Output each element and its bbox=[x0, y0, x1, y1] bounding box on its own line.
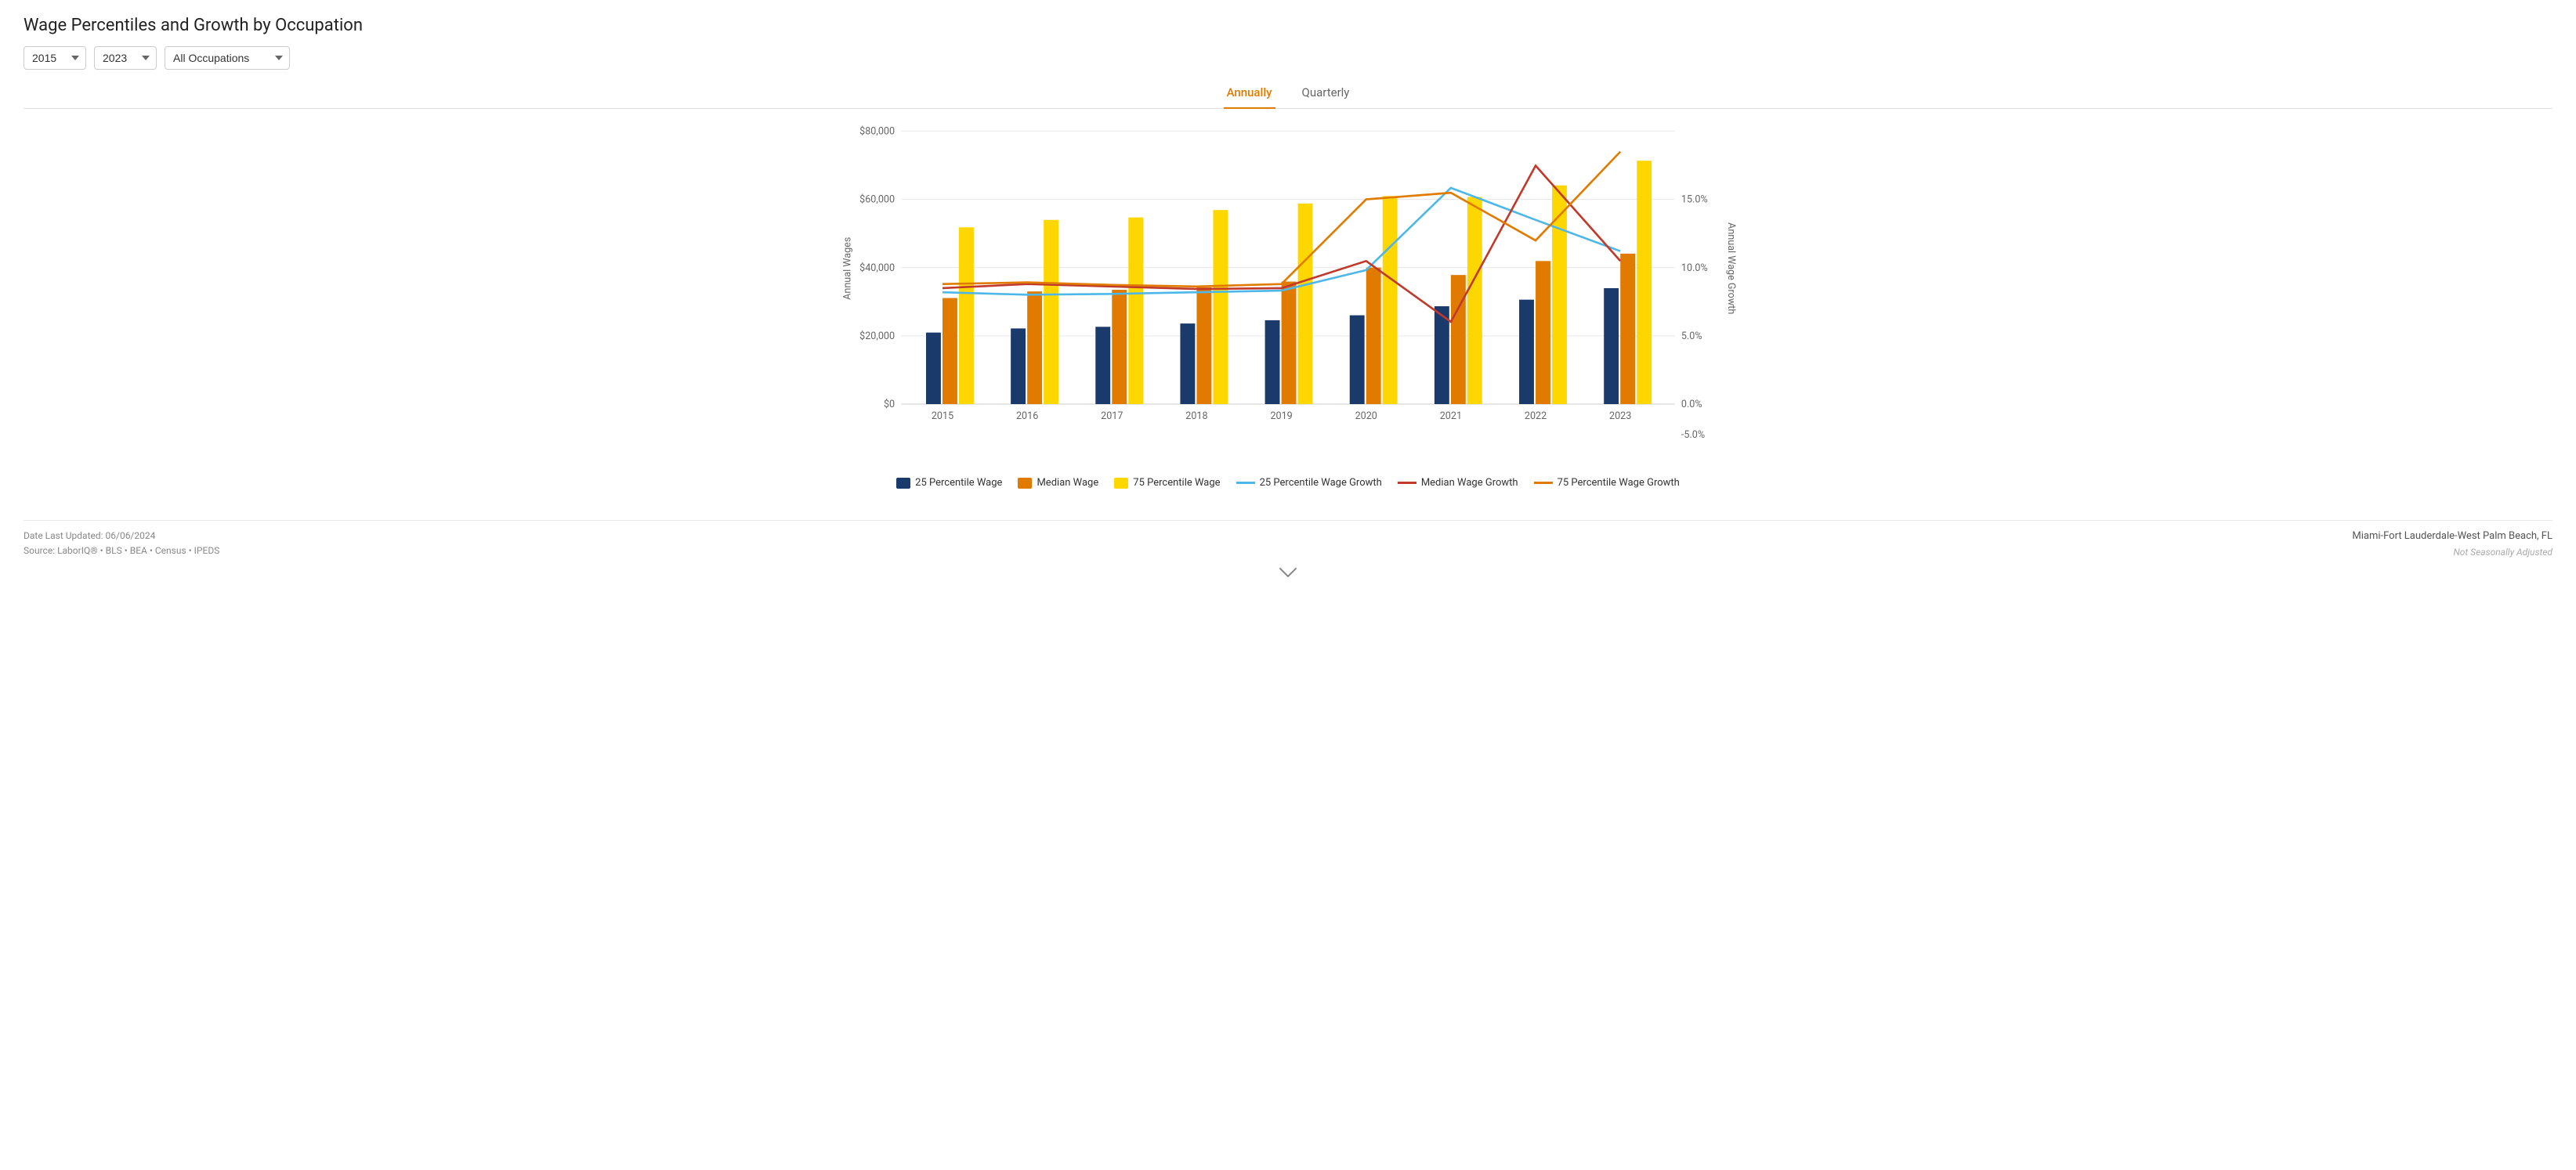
year-start-select[interactable]: 2015 2016 2017 2018 2019 2020 2021 2022 … bbox=[24, 46, 86, 70]
bar-median-2020 bbox=[1366, 268, 1381, 404]
bar-p25-2022 bbox=[1519, 300, 1534, 404]
y-tick-0: $0 bbox=[884, 399, 895, 410]
chart-area: Annual Wages Annual Wage Growth $0 $20,0… bbox=[24, 125, 2552, 453]
bar-p75-2017 bbox=[1128, 218, 1143, 404]
legend-label-p75-growth: 75 Percentile Wage Growth bbox=[1558, 477, 1680, 489]
y-growth-tick-0: 0.0% bbox=[1681, 399, 1702, 410]
y-growth-tick-10: 10.0% bbox=[1681, 262, 1708, 274]
legend-item-p25: 25 Percentile Wage bbox=[896, 477, 1002, 489]
bar-p75-2018 bbox=[1213, 210, 1228, 404]
bar-p25-2019 bbox=[1265, 320, 1280, 404]
legend-color-p25 bbox=[896, 478, 910, 489]
bar-median-2016 bbox=[1027, 291, 1042, 404]
legend-color-median bbox=[1018, 478, 1032, 489]
y-tick-40k: $40,000 bbox=[859, 262, 895, 274]
footer-right: Miami-Fort Lauderdale-West Palm Beach, F… bbox=[2352, 529, 2552, 560]
date-updated: Date Last Updated: 06/06/2024 bbox=[24, 529, 219, 543]
legend-color-p75-growth bbox=[1534, 482, 1553, 484]
y-growth-tick-5: 5.0% bbox=[1681, 330, 1702, 342]
tab-annually[interactable]: Annually bbox=[1224, 78, 1275, 109]
y-growth-tick--5: -5.0% bbox=[1681, 429, 1705, 441]
legend-label-median-growth: Median Wage Growth bbox=[1421, 477, 1518, 489]
bar-p75-2016 bbox=[1044, 220, 1058, 404]
legend-item-p75-growth: 75 Percentile Wage Growth bbox=[1534, 477, 1680, 489]
legend-label-p75: 75 Percentile Wage bbox=[1133, 477, 1220, 489]
legend-item-p75: 75 Percentile Wage bbox=[1114, 477, 1220, 489]
x-tick-2018: 2018 bbox=[1185, 410, 1207, 422]
bar-p25-2020 bbox=[1350, 316, 1365, 404]
legend-label-median: Median Wage bbox=[1037, 477, 1098, 489]
bar-median-2017 bbox=[1112, 290, 1127, 404]
legend-color-p25-growth bbox=[1236, 482, 1255, 484]
x-tick-2021: 2021 bbox=[1440, 410, 1462, 422]
y-tick-80k: $80,000 bbox=[859, 126, 895, 138]
bar-median-2015 bbox=[942, 298, 957, 404]
chevron-down-area[interactable] bbox=[24, 568, 2552, 577]
bar-median-2021 bbox=[1451, 275, 1466, 404]
right-axis-label: Annual Wage Growth bbox=[1725, 222, 1737, 314]
y-growth-tick-15: 15.0% bbox=[1681, 194, 1708, 206]
x-tick-2020: 2020 bbox=[1355, 410, 1377, 422]
legend-item-p25-growth: 25 Percentile Wage Growth bbox=[1236, 477, 1382, 489]
page-title: Wage Percentiles and Growth by Occupatio… bbox=[24, 16, 2552, 35]
footer: Date Last Updated: 06/06/2024 Source: La… bbox=[24, 520, 2552, 560]
year-end-select[interactable]: 2015 2016 2017 2018 2019 2020 2021 2023 bbox=[94, 46, 157, 70]
bar-p75-2023 bbox=[1637, 161, 1652, 404]
bar-p25-2015 bbox=[926, 333, 941, 404]
bar-p75-2021 bbox=[1467, 197, 1482, 404]
legend-color-median-growth bbox=[1398, 482, 1416, 484]
legend-label-p25-growth: 25 Percentile Wage Growth bbox=[1260, 477, 1382, 489]
legend-item-median: Median Wage bbox=[1018, 477, 1098, 489]
bar-median-2022 bbox=[1536, 261, 1550, 404]
source: Source: LaborIQ® • BLS • BEA • Census • … bbox=[24, 543, 219, 558]
footer-note: Not Seasonally Adjusted bbox=[2352, 545, 2552, 560]
tab-quarterly[interactable]: Quarterly bbox=[1299, 78, 1353, 109]
bar-median-2023 bbox=[1620, 254, 1635, 404]
bar-p25-2023 bbox=[1604, 288, 1619, 404]
y-tick-60k: $60,000 bbox=[859, 194, 895, 206]
x-tick-2017: 2017 bbox=[1101, 410, 1123, 422]
x-tick-2019: 2019 bbox=[1270, 410, 1292, 422]
controls-row: 2015 2016 2017 2018 2019 2020 2021 2022 … bbox=[24, 46, 2552, 70]
y-tick-20k: $20,000 bbox=[859, 330, 895, 342]
legend-item-median-growth: Median Wage Growth bbox=[1398, 477, 1518, 489]
x-tick-2022: 2022 bbox=[1525, 410, 1547, 422]
x-tick-2016: 2016 bbox=[1016, 410, 1038, 422]
bar-p75-2019 bbox=[1298, 204, 1313, 404]
bar-p25-2016 bbox=[1011, 328, 1026, 404]
x-tick-2015: 2015 bbox=[932, 410, 953, 422]
footer-location: Miami-Fort Lauderdale-West Palm Beach, F… bbox=[2352, 529, 2552, 545]
bar-median-2018 bbox=[1196, 287, 1211, 404]
bar-p75-2020 bbox=[1383, 196, 1398, 404]
bar-p25-2021 bbox=[1435, 306, 1449, 404]
bar-median-2019 bbox=[1282, 282, 1297, 404]
x-tick-2023: 2023 bbox=[1609, 410, 1631, 422]
occupation-select[interactable]: All Occupations Management Healthcare Te… bbox=[165, 46, 290, 70]
bar-p75-2022 bbox=[1552, 186, 1567, 404]
chart-svg: Annual Wages Annual Wage Growth $0 $20,0… bbox=[24, 125, 2552, 453]
footer-left: Date Last Updated: 06/06/2024 Source: La… bbox=[24, 529, 219, 558]
left-axis-label: Annual Wages bbox=[841, 237, 853, 300]
legend: 25 Percentile Wage Median Wage 75 Percen… bbox=[24, 477, 2552, 489]
bar-p25-2018 bbox=[1180, 323, 1195, 404]
legend-color-p75 bbox=[1114, 478, 1128, 489]
tab-bar: Annually Quarterly bbox=[24, 78, 2552, 109]
bar-p25-2017 bbox=[1095, 327, 1110, 404]
legend-label-p25: 25 Percentile Wage bbox=[915, 477, 1002, 489]
bar-p75-2015 bbox=[959, 227, 974, 404]
chevron-down-icon bbox=[1279, 568, 1297, 577]
